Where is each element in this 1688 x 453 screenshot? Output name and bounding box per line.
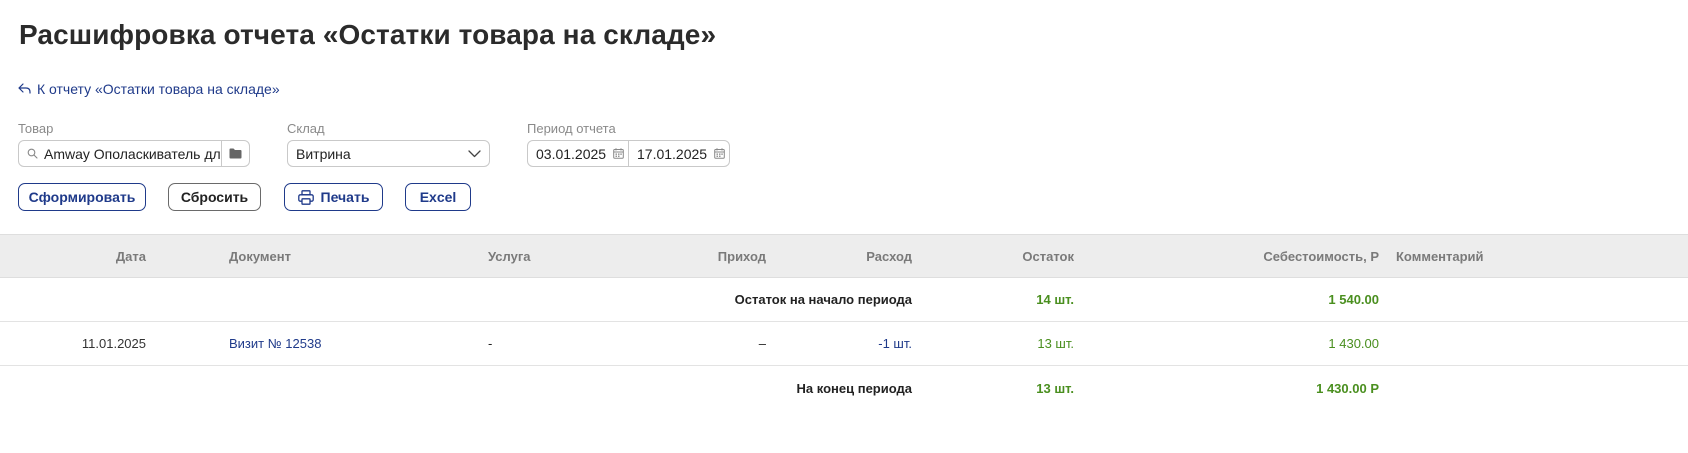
- product-label: Товар: [18, 121, 54, 136]
- header-cost[interactable]: Себестоимость, Р: [1100, 235, 1379, 277]
- opening-balance-row: Остаток на начало периода 14 шт. 1 540.0…: [0, 278, 1688, 322]
- warehouse-label: Склад: [287, 121, 325, 136]
- row-expense: -1 шт.: [878, 336, 912, 351]
- closing-balance: 13 шт.: [1036, 380, 1074, 396]
- opening-label: Остаток на начало периода: [734, 292, 912, 307]
- product-field[interactable]: Amway Ополаскиватель дл: [18, 140, 250, 167]
- header-comment[interactable]: Комментарий: [1396, 235, 1484, 277]
- warehouse-select[interactable]: Витрина: [287, 140, 490, 167]
- row-balance: 13 шт.: [1037, 336, 1074, 351]
- reset-button[interactable]: Сбросить: [168, 183, 261, 211]
- chevron-down-icon: [468, 149, 481, 158]
- table-row: 11.01.2025 Визит № 12538 - – -1 шт. 13 ш…: [0, 322, 1688, 366]
- date-to-field[interactable]: 17.01.2025: [628, 140, 730, 167]
- closing-balance-row: На конец периода 13 шт. 1 430.00 Р: [0, 366, 1688, 410]
- date-to-value: 17.01.2025: [637, 145, 708, 162]
- date-from-value: 03.01.2025: [536, 145, 607, 162]
- calendar-icon[interactable]: [613, 148, 624, 159]
- calendar-icon[interactable]: [714, 148, 725, 159]
- opening-cost: 1 540.00: [1328, 292, 1379, 307]
- row-service: -: [488, 336, 493, 351]
- back-arrow-icon: [18, 83, 31, 94]
- header-balance[interactable]: Остаток: [920, 235, 1074, 277]
- back-link-label: К отчету «Остатки товара на складе»: [37, 81, 280, 97]
- report-table: Дата Документ Услуга Приход Расход Остат…: [0, 234, 1688, 410]
- header-expense[interactable]: Расход: [770, 235, 912, 277]
- opening-balance: 14 шт.: [1036, 292, 1074, 307]
- search-icon: [27, 148, 38, 159]
- header-document[interactable]: Документ: [229, 235, 291, 277]
- warehouse-value: Витрина: [296, 145, 351, 162]
- row-income: –: [758, 336, 766, 351]
- header-date[interactable]: Дата: [0, 235, 146, 277]
- folder-icon[interactable]: [221, 141, 249, 166]
- excel-button[interactable]: Excel: [405, 183, 471, 211]
- header-income[interactable]: Приход: [600, 235, 766, 277]
- closing-label: На конец периода: [796, 380, 912, 396]
- row-cost: 1 430.00: [1328, 336, 1379, 351]
- closing-cost: 1 430.00 Р: [1316, 380, 1379, 396]
- period-label: Период отчета: [527, 121, 616, 136]
- generate-button[interactable]: Сформировать: [18, 183, 146, 211]
- printer-icon: [297, 189, 314, 205]
- header-service[interactable]: Услуга: [488, 235, 530, 277]
- table-header: Дата Документ Услуга Приход Расход Остат…: [0, 234, 1688, 278]
- row-date: 11.01.2025: [81, 336, 146, 351]
- print-button-label: Печать: [320, 189, 370, 205]
- product-input[interactable]: Amway Ополаскиватель дл: [44, 146, 221, 162]
- date-from-field[interactable]: 03.01.2025: [527, 140, 629, 167]
- page-title: Расшифровка отчета «Остатки товара на ск…: [19, 19, 717, 50]
- back-to-report-link[interactable]: К отчету «Остатки товара на складе»: [18, 81, 280, 97]
- print-button[interactable]: Печать: [284, 183, 383, 211]
- row-document-link[interactable]: Визит № 12538: [229, 322, 321, 365]
